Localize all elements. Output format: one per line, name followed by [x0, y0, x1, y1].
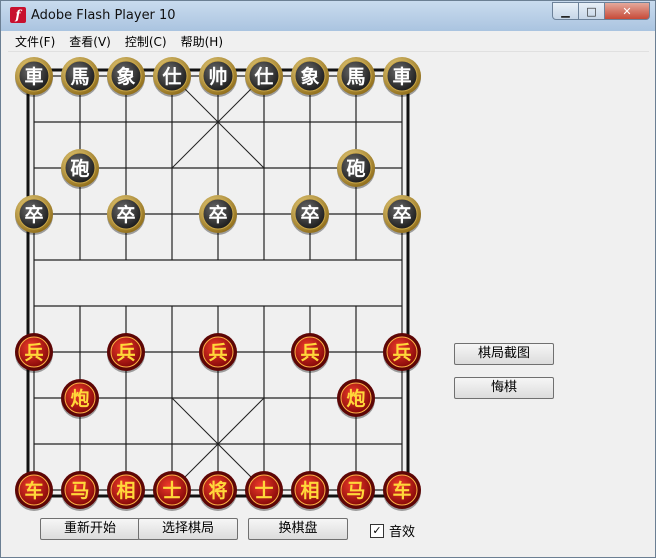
piece-label: 士	[254, 480, 273, 502]
flash-content: 車 馬 象 仕 帅 仕 象 馬 車砲 砲卒 卒 卒 卒 卒兵 兵 兵 兵 兵炮 炮车 马 相 士 将 士 相 马 车 棋局截图 悔棋…	[8, 52, 649, 552]
menu-control[interactable]: 控制(C)	[118, 33, 174, 50]
piece-label: 卒	[300, 203, 319, 226]
menu-help[interactable]: 帮助(H)	[174, 33, 230, 50]
sound-label: 音效	[389, 525, 416, 540]
restart-button[interactable]: 重新开始	[40, 518, 140, 540]
piece-label: 象	[116, 65, 135, 88]
piece-label: 车	[392, 479, 411, 502]
chess-board[interactable]: 車 馬 象 仕 帅 仕 象 馬 車砲 砲卒 卒 卒 卒 卒兵 兵 兵 兵 兵炮 炮车 马 相 士 将 士 相 马 车	[8, 52, 649, 552]
select-game-button[interactable]: 选择棋局	[138, 518, 238, 540]
piece-label: 砲	[70, 158, 89, 180]
flash-icon[interactable]: f	[10, 7, 26, 23]
piece-label: 相	[116, 480, 135, 502]
maximize-button[interactable]: □	[579, 2, 605, 20]
piece-label: 兵	[208, 342, 227, 364]
piece-label: 象	[300, 65, 319, 88]
piece-label: 士	[162, 480, 181, 502]
screenshot-button[interactable]: 棋局截图	[454, 343, 554, 365]
piece-label: 马	[70, 480, 89, 502]
piece-label: 兵	[300, 342, 319, 364]
window-title: Adobe Flash Player 10	[31, 8, 176, 23]
piece-label: 炮	[70, 387, 89, 410]
piece-label: 馬	[70, 66, 89, 88]
piece-label: 帅	[208, 66, 227, 88]
title-bar[interactable]: f Adobe Flash Player 10 ▁ □ ✕	[1, 1, 655, 31]
menu-bar: 文件(F) 查看(V) 控制(C) 帮助(H)	[8, 31, 649, 52]
piece-label: 兵	[116, 342, 135, 364]
piece-label: 仕	[253, 65, 273, 88]
piece-label: 車	[392, 65, 411, 88]
piece-label: 兵	[24, 342, 43, 364]
piece-label: 炮	[346, 387, 365, 410]
undo-button[interactable]: 悔棋	[454, 377, 554, 399]
piece-label: 卒	[392, 203, 411, 226]
minimize-button[interactable]: ▁	[552, 2, 579, 20]
close-icon: ✕	[622, 4, 632, 18]
piece-label: 馬	[346, 66, 365, 88]
close-button[interactable]: ✕	[605, 2, 650, 20]
menu-view[interactable]: 查看(V)	[62, 33, 118, 50]
piece-label: 車	[24, 65, 43, 88]
piece-label: 仕	[161, 65, 181, 88]
piece-label: 卒	[208, 203, 227, 226]
piece-label: 马	[346, 480, 365, 502]
menu-file[interactable]: 文件(F)	[8, 33, 62, 50]
app-window: f Adobe Flash Player 10 ▁ □ ✕ 文件(F) 查看(V…	[0, 0, 656, 558]
sound-toggle[interactable]: ✓ 音效	[370, 521, 415, 540]
piece-label: 卒	[116, 203, 135, 226]
caption-buttons: ▁ □ ✕	[552, 2, 650, 20]
minimize-icon: ▁	[561, 4, 570, 18]
piece-label: 卒	[24, 203, 43, 226]
piece-label: 砲	[346, 158, 365, 180]
sound-checkbox[interactable]: ✓	[370, 523, 384, 538]
piece-label: 将	[208, 479, 227, 502]
change-board-button[interactable]: 换棋盘	[248, 518, 348, 540]
maximize-icon: □	[586, 4, 597, 18]
piece-label: 车	[24, 479, 43, 502]
piece-label: 相	[300, 480, 319, 502]
piece-label: 兵	[392, 342, 411, 364]
